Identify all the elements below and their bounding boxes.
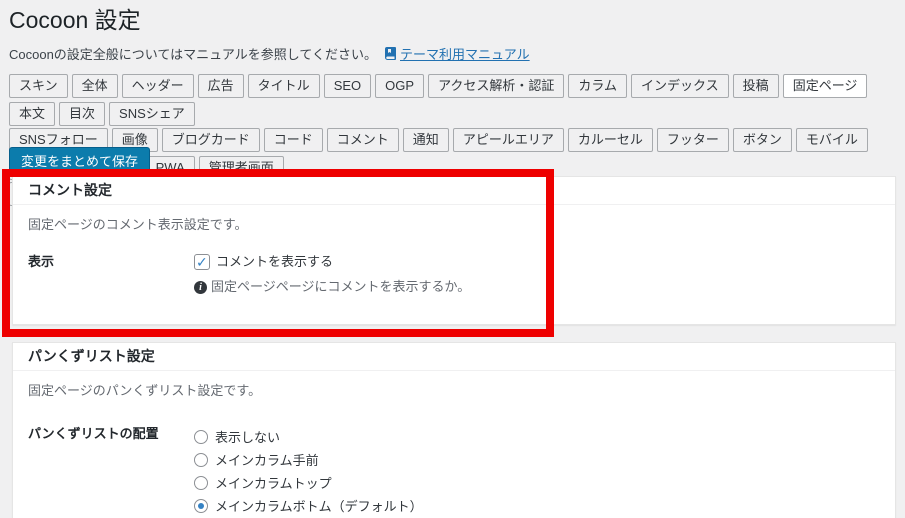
tab-OGP[interactable]: OGP — [375, 74, 425, 98]
radio-option[interactable]: 表示しない — [194, 425, 880, 448]
tab-ボタン[interactable]: ボタン — [732, 128, 792, 152]
tab-アクセス解析・認証[interactable]: アクセス解析・認証 — [428, 74, 565, 98]
checkbox-label: コメントを表示する — [216, 254, 334, 269]
breadcrumb-settings-description: 固定ページのパンくずリスト設定です。 — [28, 383, 262, 398]
tab-固定ページ[interactable]: 固定ページ — [782, 74, 868, 98]
radio-icon[interactable] — [194, 452, 208, 467]
tab-モバイル[interactable]: モバイル — [795, 128, 868, 152]
tab-ブログカード[interactable]: ブログカード — [161, 128, 260, 152]
tab-投稿[interactable]: 投稿 — [732, 74, 779, 98]
tab-アピールエリア[interactable]: アピールエリア — [452, 128, 564, 152]
comment-display-help: i 固定ページページにコメントを表示するか。 — [194, 278, 880, 296]
tab-目次[interactable]: 目次 — [59, 102, 106, 126]
radio-label: メインカラム手前 — [215, 453, 319, 468]
tab-通知[interactable]: 通知 — [402, 128, 449, 152]
breadcrumb-settings-title: パンくずリスト設定 — [13, 343, 895, 371]
help-text: 固定ページページにコメントを表示するか。 — [211, 279, 471, 294]
radio-label: 表示しない — [215, 430, 281, 445]
radio-option[interactable]: メインカラム手前 — [194, 448, 880, 471]
comment-display-control: コメントを表示する i 固定ページページにコメントを表示するか。 — [194, 253, 880, 296]
page-description: Cocoonの設定全般についてはマニュアルを参照してください。 テーマ利用マニュ… — [9, 44, 530, 63]
page-description-text: Cocoonの設定全般についてはマニュアルを参照してください。 — [9, 47, 377, 62]
breadcrumb-settings-card: パンくずリスト設定 固定ページのパンくずリスト設定です。 パンくずリストの配置 … — [12, 342, 896, 518]
tab-インデックス[interactable]: インデックス — [631, 74, 729, 98]
comment-display-checkbox[interactable]: コメントを表示する — [194, 253, 333, 271]
comment-settings-description: 固定ページのコメント表示設定です。 — [28, 217, 248, 232]
tab-フッター[interactable]: フッター — [656, 128, 729, 152]
manual-link[interactable]: テーマ利用マニュアル — [400, 44, 530, 63]
field-label-breadcrumb-position: パンくずリストの配置 — [28, 426, 159, 441]
tab-本文[interactable]: 本文 — [9, 102, 56, 126]
book-icon — [384, 47, 397, 60]
breadcrumb-settings-body: 固定ページのパンくずリスト設定です。 パンくずリストの配置 表示しないメインカラ… — [13, 371, 895, 518]
breadcrumb-position-field: パンくずリストの配置 表示しないメインカラム手前 メインカラムトップメインカラムボ… — [28, 425, 880, 518]
radio-label: メインカラムボトム（デフォルト） — [215, 499, 423, 514]
comment-settings-card: コメント設定 固定ページのコメント表示設定です。 表示 コメントを表示する i … — [12, 176, 896, 325]
page-title: Cocoon 設定 — [9, 7, 141, 33]
tab-タイトル[interactable]: タイトル — [247, 74, 320, 98]
cocoon-settings-page: Cocoon 設定 Cocoonの設定全般についてはマニュアルを参照してください… — [0, 0, 905, 518]
tab-row-1: スキン 全体 ヘッダー 広告 タイトル SEO OGP アクセス解析・認証 カラム インデックス投… — [9, 74, 901, 126]
tab-広告[interactable]: 広告 — [197, 74, 244, 98]
comment-settings-title: コメント設定 — [13, 177, 895, 205]
radio-icon[interactable] — [194, 429, 208, 444]
tab-ヘッダー[interactable]: ヘッダー — [121, 74, 194, 98]
tab-スキン[interactable]: スキン — [9, 74, 68, 98]
info-circle-icon: i — [194, 280, 207, 294]
tab-全体[interactable]: 全体 — [71, 74, 118, 98]
radio-option[interactable]: メインカラムトップ — [194, 471, 880, 494]
comment-display-field: 表示 コメントを表示する i 固定ページページにコメントを表示するか。 — [28, 253, 880, 296]
radio-icon[interactable] — [194, 498, 208, 513]
save-button[interactable]: 変更をまとめて保存 — [9, 147, 151, 173]
field-label-display: 表示 — [28, 254, 55, 269]
tab-コード[interactable]: コード — [263, 128, 323, 152]
tab-カラム[interactable]: カラム — [568, 74, 628, 98]
radio-option[interactable]: メインカラムボトム（デフォルト） — [194, 494, 880, 517]
tab-SNSシェア[interactable]: SNSシェア — [109, 102, 195, 126]
comment-settings-body: 固定ページのコメント表示設定です。 表示 コメントを表示する i 固定ページペー… — [13, 205, 895, 308]
tab-SEO[interactable]: SEO — [323, 74, 372, 98]
radio-label: メインカラムトップ — [215, 476, 332, 491]
radio-icon[interactable] — [194, 475, 208, 490]
check-icon[interactable] — [194, 253, 210, 271]
tab-コメント[interactable]: コメント — [326, 128, 399, 152]
tab-カルーセル[interactable]: カルーセル — [567, 128, 653, 152]
breadcrumb-position-options: 表示しないメインカラム手前メインカラムトップメインカラムボトム（デフォルト）フッ… — [194, 425, 880, 518]
